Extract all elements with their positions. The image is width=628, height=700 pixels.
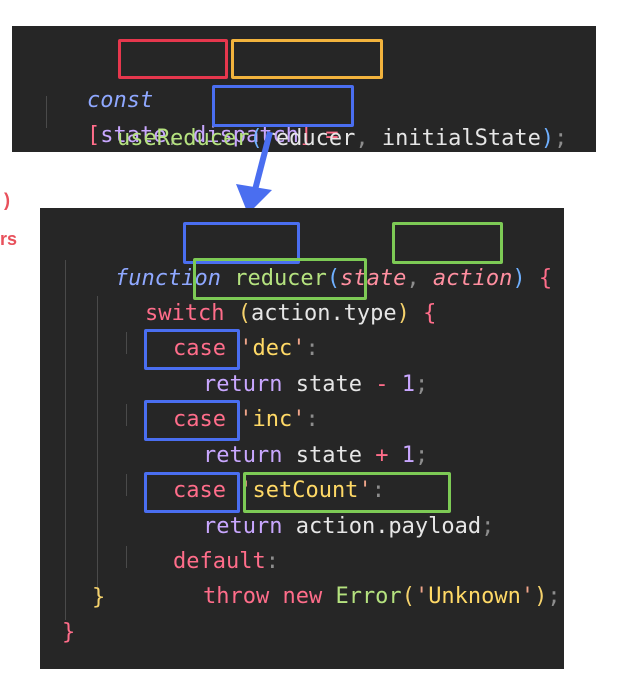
keyword-new: new [269,584,323,609]
string-unknown: Unknown [428,584,521,609]
side-label-rs: rs [0,229,18,249]
number-1: 1 [388,372,415,397]
arrow-icon [236,131,273,214]
paren-close: ) [396,301,410,326]
code-line-close-function: } [62,620,76,645]
highlight-return-dec [144,329,240,370]
highlight-action-type [193,258,367,300]
highlight-action-param [392,222,503,264]
semicolon: ; [481,514,495,539]
brace-open: { [409,301,437,326]
quote: ' [414,584,429,609]
side-label-paren: ) [4,190,10,210]
number-1: 1 [388,443,415,468]
code-panel-usereducer: const [state, dispatch] = useReducer(red… [12,26,596,152]
paren-close: ) [534,584,548,609]
highlight-return-payload [144,472,240,513]
keyword-throw: throw [202,584,270,609]
semicolon: ; [554,126,568,151]
token-initialstate: initialState [368,126,541,151]
highlight-dispatch [231,39,383,79]
code-line-close-switch: } [92,585,106,610]
paren-open: ( [401,584,415,609]
semicolon: ; [414,443,429,468]
highlight-return-inc [144,400,240,441]
quote: ' [520,584,535,609]
paren-close: ) [540,126,555,151]
param-action: action [432,266,513,291]
highlight-state [118,39,228,79]
paren-close: ) [512,266,526,291]
comma: , [355,126,369,151]
code-panel-reducer: function reducer(state, action) { switch… [40,208,564,669]
brace-open: { [525,266,553,291]
semicolon: ; [414,372,429,397]
operator-minus: - [361,372,389,397]
highlight-reducer-arg [212,85,354,127]
token-error: Error [322,584,402,609]
highlight-action-payload [243,472,451,513]
code-line-throw: throw new Error('Unknown'); [150,544,561,649]
token-action-payload: action.payload [295,514,482,539]
semicolon: ; [547,584,561,609]
